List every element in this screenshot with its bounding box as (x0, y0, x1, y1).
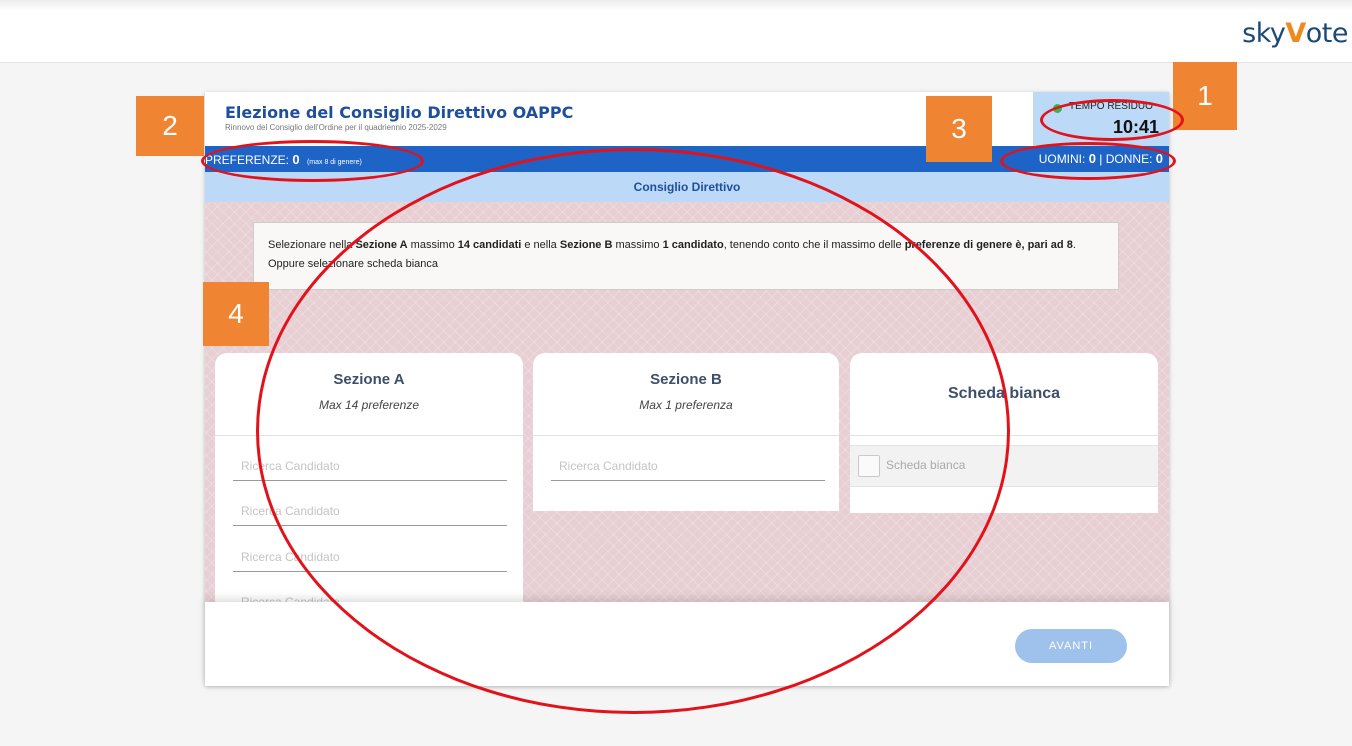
election-header: Elezione del Consiglio Direttivo OAPPC R… (205, 92, 1169, 146)
logo-accent: V (1285, 18, 1306, 49)
logo-prefix: sky (1242, 18, 1286, 49)
highlight-ellipse-gender (1000, 142, 1176, 180)
instr-bold: preferenze di genere è, pari ad 8 (904, 239, 1073, 251)
election-title: Elezione del Consiglio Direttivo OAPPC (225, 103, 574, 122)
next-button[interactable]: AVANTI (1015, 629, 1127, 663)
election-subtitle: Rinnovo del Consiglio dell'Ordine per il… (225, 123, 447, 132)
annotation-badge-3: 3 (926, 96, 992, 162)
highlight-ellipse-timer (1040, 99, 1184, 141)
highlight-ellipse-preferences (201, 140, 424, 182)
top-bar: skyVote (0, 0, 1352, 63)
highlight-ellipse-content (256, 148, 1010, 714)
top-bar-shade (0, 0, 1352, 10)
annotation-badge-2: 2 (136, 96, 204, 156)
logo-suffix: ote (1305, 18, 1349, 49)
skyvote-logo: skyVote (1242, 18, 1348, 49)
annotation-badge-4: 4 (203, 282, 269, 346)
